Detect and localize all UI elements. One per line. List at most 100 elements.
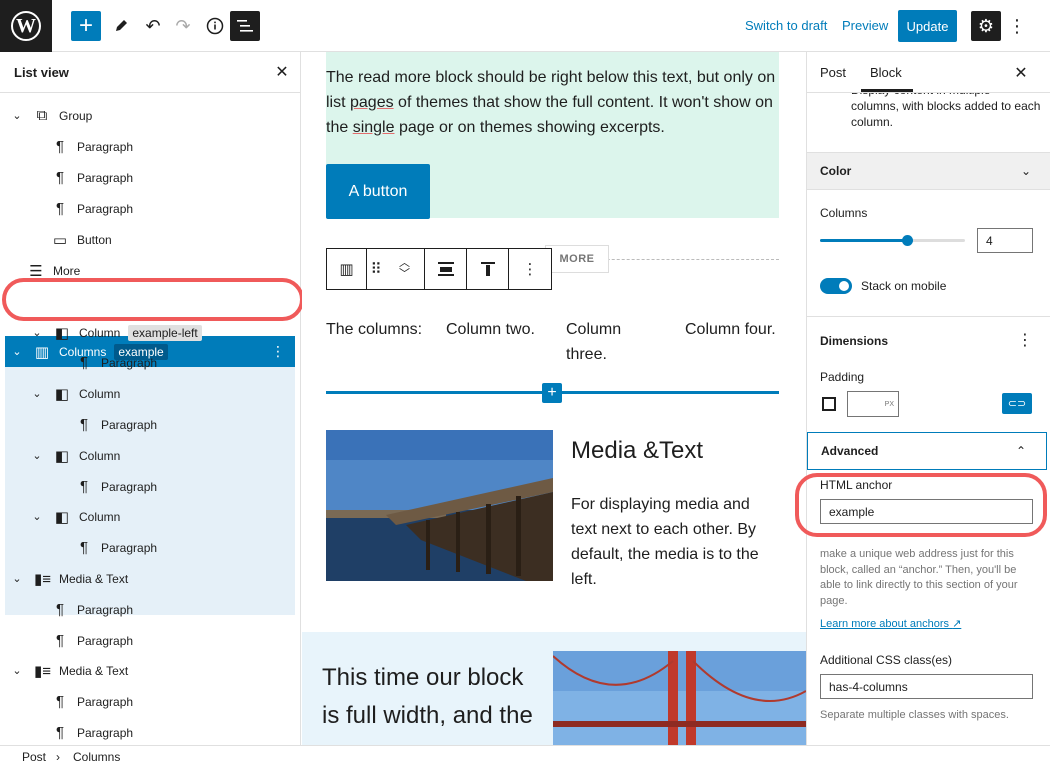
chevron-down-icon[interactable]: ⌄ — [30, 326, 44, 339]
list-item-paragraph[interactable]: ¶ Paragraph — [76, 347, 157, 378]
breadcrumb-columns[interactable]: Columns — [73, 750, 120, 764]
list-item-column[interactable]: ⌄ ◧ Column — [30, 440, 120, 471]
list-item-paragraph[interactable]: ¶ Paragraph — [52, 131, 133, 162]
a-button-block[interactable]: A button — [326, 164, 430, 219]
list-item-label: Column — [79, 325, 121, 340]
list-item-paragraph[interactable]: ¶ Paragraph — [52, 717, 133, 748]
list-item-group[interactable]: ⌄ ⧉ Group — [10, 100, 92, 131]
list-item-column[interactable]: ⌄ ◧ Column example-left — [30, 317, 202, 348]
slider-thumb[interactable] — [901, 235, 913, 246]
chevron-down-icon[interactable]: ⌄ — [10, 664, 24, 677]
list-item-paragraph[interactable]: ¶ Paragraph — [76, 409, 157, 440]
preview-button[interactable]: Preview — [842, 18, 888, 33]
learn-more-anchors-link[interactable]: Learn more about anchors ↗ — [820, 617, 961, 630]
list-item-label: Paragraph — [101, 417, 158, 432]
anchor-help-text: make a unique web address just for this … — [820, 548, 1018, 607]
chevron-down-icon[interactable]: ⌄ — [30, 387, 44, 400]
options-menu-button[interactable]: ⋮ — [1008, 13, 1026, 39]
link-sides-button[interactable]: ⊂⊃ — [1002, 393, 1032, 414]
column-one[interactable]: The columns: — [326, 317, 422, 342]
media-image-pier[interactable] — [326, 430, 553, 581]
align-wide-icon — [437, 262, 454, 276]
paragraph-icon: ¶ — [55, 169, 65, 186]
breadcrumb-post[interactable]: Post — [22, 750, 46, 764]
list-item-paragraph[interactable]: ¶ Paragraph — [52, 686, 133, 717]
list-item-label: Paragraph — [77, 633, 134, 648]
redo-button[interactable]: ↷ — [168, 11, 198, 41]
close-list-view-button[interactable]: ✕ — [272, 61, 292, 83]
columns-slider[interactable] — [820, 239, 965, 242]
paragraph-icon: ¶ — [55, 724, 65, 741]
details-button[interactable] — [200, 11, 230, 41]
button-icon: ▭ — [52, 231, 68, 249]
plus-icon: + — [78, 12, 93, 39]
column-two[interactable]: Column two. — [446, 317, 535, 342]
full-width-heading[interactable]: This time our block is full width, and t… — [322, 659, 542, 735]
css-class-input[interactable]: has-4-columns — [820, 674, 1033, 699]
chevron-down-icon[interactable]: ⌄ — [10, 109, 24, 122]
media-text-paragraph[interactable]: For displaying media and text next to ea… — [571, 492, 771, 592]
css-help-text: Separate multiple classes with spaces. — [820, 709, 1009, 721]
list-item-column[interactable]: ⌄ ◧ Column — [30, 501, 120, 532]
media-image-bridge[interactable] — [553, 651, 806, 745]
close-sidebar-button[interactable]: ✕ — [1011, 62, 1031, 84]
paragraph-icon: ¶ — [79, 354, 89, 371]
padding-box-icon — [822, 397, 836, 411]
top-toolbar: W + ↶ ↷ Switch to draft Preview Update ⚙… — [0, 0, 1050, 52]
columns-number-input[interactable]: 4 — [977, 228, 1033, 253]
block-options-button[interactable]: ⋮ — [509, 249, 551, 289]
block-type-button[interactable]: ▥ — [327, 249, 367, 289]
inline-inserter-button[interactable]: + — [542, 383, 562, 403]
chevron-down-icon[interactable]: ⌄ — [10, 572, 24, 585]
wordpress-logo-button[interactable]: W — [0, 0, 52, 52]
chevron-down-icon[interactable]: ⌄ — [30, 510, 44, 523]
switch-to-draft-button[interactable]: Switch to draft — [745, 18, 827, 33]
list-item-paragraph[interactable]: ¶ Paragraph — [76, 471, 157, 502]
chevron-down-icon[interactable]: ⌄ — [30, 449, 44, 462]
column-three[interactable]: Column three. — [566, 317, 646, 367]
paragraph-icon: ¶ — [55, 693, 65, 710]
divider — [807, 316, 1050, 317]
close-icon: ✕ — [1014, 65, 1028, 82]
list-view-button[interactable] — [230, 11, 260, 41]
list-item-media-text[interactable]: ⌄ ▮≡ Media & Text — [10, 563, 128, 594]
chevron-down-icon[interactable]: ⌄ — [10, 345, 24, 358]
annotation-highlight-right — [795, 473, 1047, 537]
color-panel-toggle[interactable]: Color ⌄ — [807, 152, 1050, 190]
move-block-button[interactable]: ︿ ﹀ — [385, 249, 425, 289]
vertical-ellipsis-icon[interactable]: ⋮ — [271, 343, 285, 360]
list-item-label: Paragraph — [77, 170, 134, 185]
advanced-panel-toggle[interactable]: Advanced ⌃ — [807, 432, 1047, 470]
add-block-button[interactable]: + — [71, 11, 101, 41]
tools-button[interactable] — [106, 11, 136, 41]
list-item-paragraph[interactable]: ¶ Paragraph — [52, 625, 133, 656]
intro-line: list pages of themes that show the full … — [326, 94, 773, 111]
list-item-paragraph[interactable]: ¶ Paragraph — [52, 162, 133, 193]
vertical-ellipsis-icon[interactable]: ⋮ — [1017, 330, 1033, 350]
list-item-media-text[interactable]: ⌄ ▮≡ Media & Text — [10, 655, 128, 686]
list-item-paragraph[interactable]: ¶ Paragraph — [52, 193, 133, 224]
tab-post[interactable]: Post — [820, 65, 846, 80]
padding-input[interactable]: PX — [847, 391, 899, 417]
vertical-align-button[interactable] — [467, 249, 509, 289]
link-icon: ⊂⊃ — [1007, 398, 1027, 410]
align-button[interactable] — [425, 249, 467, 289]
list-item-button[interactable]: ▭ Button — [52, 224, 112, 255]
close-icon: ✕ — [275, 64, 289, 81]
column-icon: ◧ — [54, 324, 70, 342]
tab-block[interactable]: Block — [870, 65, 902, 80]
update-button[interactable]: Update — [898, 10, 957, 42]
media-text-heading[interactable]: Media &Text — [571, 437, 703, 465]
list-item-paragraph[interactable]: ¶ Paragraph — [52, 594, 133, 625]
stack-on-mobile-toggle[interactable] — [820, 278, 852, 294]
settings-button[interactable]: ⚙ — [971, 11, 1001, 41]
drag-handle[interactable]: ⠿ — [367, 249, 385, 289]
intro-paragraph[interactable]: The read more block should be right belo… — [326, 65, 779, 140]
breadcrumb: Post › Columns — [0, 745, 1050, 767]
info-icon — [206, 17, 224, 35]
list-item-paragraph[interactable]: ¶ Paragraph — [76, 532, 157, 563]
undo-button[interactable]: ↶ — [138, 11, 168, 41]
column-four[interactable]: Column four. — [685, 317, 776, 342]
more-block[interactable]: MORE — [545, 245, 609, 273]
list-item-column[interactable]: ⌄ ◧ Column — [30, 378, 120, 409]
